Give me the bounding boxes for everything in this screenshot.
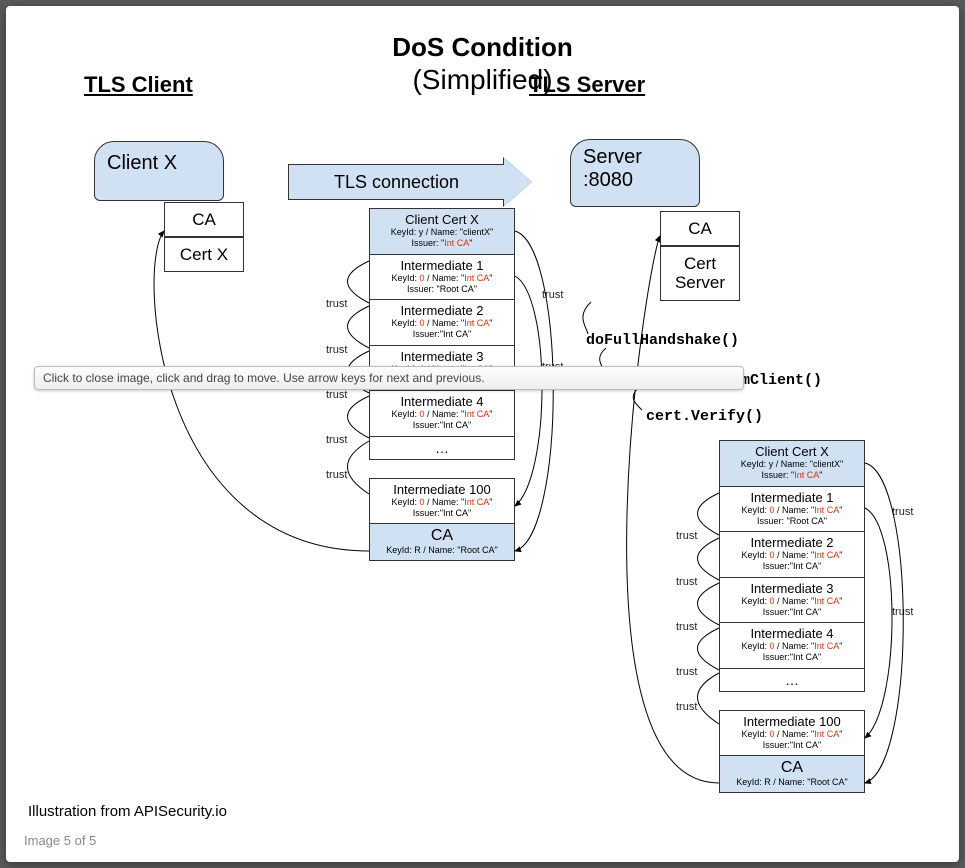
illustration-attribution: Illustration from APISecurity.io	[28, 803, 227, 820]
server-cert-line1: Cert	[684, 255, 716, 274]
diagram-canvas: DoS Condition (Simplified) TLS Client TL…	[6, 6, 959, 862]
chain1-ellipsis: …	[369, 437, 515, 460]
trust-label: trust	[326, 469, 347, 481]
trust-label: trust	[676, 701, 697, 713]
server-cert-line2: Server	[675, 274, 725, 293]
server-node: Server :8080	[570, 139, 700, 207]
chain2-int100: Intermediate 100 KeyId: 0 / Name: "Int C…	[719, 710, 865, 757]
chain2-root-ca: CA KeyId: R / Name: "Root CA"	[719, 756, 865, 793]
chain2-int4: Intermediate 4 KeyId: 0 / Name: "Int CA"…	[719, 623, 865, 669]
trust-label: trust	[326, 389, 347, 401]
chain2-int3: Intermediate 3 KeyId: 0 / Name: "Int CA"…	[719, 578, 865, 624]
lightbox-help-tooltip: Click to close image, click and drag to …	[34, 366, 744, 390]
server-verify-chain: Client Cert X KeyId: y / Name: "clientX"…	[719, 440, 865, 793]
heading-tls-server: TLS Server	[529, 72, 645, 98]
server-label-line2: :8080	[583, 169, 699, 192]
image-lightbox[interactable]: DoS Condition (Simplified) TLS Client TL…	[6, 6, 959, 862]
trust-label: trust	[892, 506, 913, 518]
server-ca-box: CA	[660, 211, 740, 246]
chain1-int1: Intermediate 1 KeyId: 0 / Name: "Int CA"…	[369, 255, 515, 301]
diagram-title: DoS Condition	[392, 32, 573, 63]
tls-arrow-label: TLS connection	[288, 164, 504, 200]
chain1-client-cert: Client Cert X KeyId: y / Name: "clientX"…	[369, 208, 515, 255]
trust-label: trust	[542, 289, 563, 301]
chain1-int2: Intermediate 2 KeyId: 0 / Name: "Int CA"…	[369, 300, 515, 346]
func-doFullHandshake: doFullHandshake()	[586, 332, 739, 349]
chain1-int100: Intermediate 100 KeyId: 0 / Name: "Int C…	[369, 478, 515, 525]
trust-label: trust	[676, 530, 697, 542]
trust-label: trust	[326, 298, 347, 310]
func-certVerify: cert.Verify()	[646, 408, 763, 425]
chain1-root-ca: CA KeyId: R / Name: "Root CA"	[369, 524, 515, 561]
image-counter: Image 5 of 5	[24, 833, 96, 848]
trust-label: trust	[892, 606, 913, 618]
chain2-client-cert: Client Cert X KeyId: y / Name: "clientX"…	[719, 440, 865, 487]
chain2-int2: Intermediate 2 KeyId: 0 / Name: "Int CA"…	[719, 532, 865, 578]
client-ca-box: CA	[164, 202, 244, 237]
tls-connection-arrow: TLS connection	[288, 164, 533, 200]
server-label-line1: Server	[583, 146, 699, 169]
server-cert-box: Cert Server	[660, 246, 740, 301]
trust-label: trust	[326, 434, 347, 446]
chain1-int4: Intermediate 4 KeyId: 0 / Name: "Int CA"…	[369, 391, 515, 437]
trust-label: trust	[676, 621, 697, 633]
trust-label: trust	[676, 666, 697, 678]
client-cert-box: Cert X	[164, 237, 244, 272]
heading-tls-client: TLS Client	[84, 72, 193, 98]
chain2-int1: Intermediate 1 KeyId: 0 / Name: "Int CA"…	[719, 487, 865, 533]
chain2-ellipsis: …	[719, 669, 865, 692]
trust-label: trust	[676, 576, 697, 588]
client-node: Client X	[94, 141, 224, 201]
trust-label: trust	[326, 344, 347, 356]
